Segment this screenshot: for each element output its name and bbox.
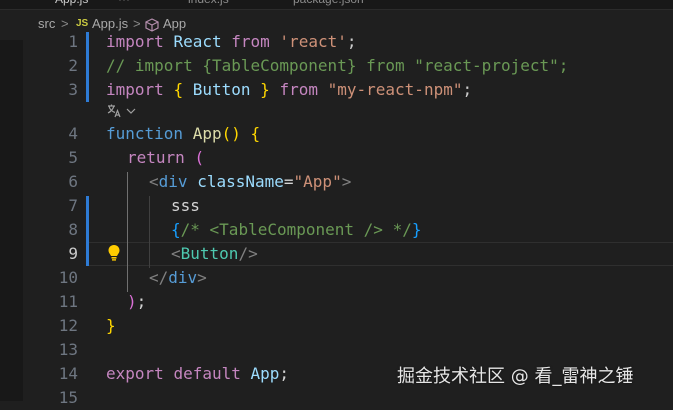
breadcrumb-folder-src[interactable]: src [38,16,55,31]
code-line-2[interactable]: 2 // import {TableComponent} from "react… [0,54,673,78]
line-number: 15 [58,388,78,407]
code-text: return ( [127,148,205,167]
line-number: 4 [68,124,78,143]
breadcrumb-symbol[interactable]: App [163,16,186,31]
line-number: 11 [58,292,78,311]
code-line-11[interactable]: 11 ); [0,290,673,314]
code-line-6[interactable]: 6 <div className="App"> [0,170,673,194]
code-text: import { Button } from "my-react-npm"; [106,80,473,99]
chevron-right-icon: > [61,16,69,31]
code-text: {/* <TableComponent /> */} [171,220,422,239]
tab-app-js[interactable]: App.js [55,0,88,8]
tab-package-json[interactable]: package.json [293,0,364,8]
code-text: import React from 'react'; [106,32,357,51]
codelens-translate[interactable] [106,103,136,123]
line-number: 1 [68,32,78,51]
line-number: 14 [58,364,78,383]
code-text: export default App; [106,364,290,383]
line-number: 9 [68,244,78,263]
breadcrumb-file[interactable]: App.js [92,16,128,31]
line-number: 10 [58,268,78,287]
line-number: 3 [68,80,78,99]
code-comment: // import {TableComponent} from "react-p… [106,56,569,75]
code-text: } [106,316,116,335]
code-line-7[interactable]: 7 sss [0,194,673,218]
line-number: 6 [68,172,78,191]
code-line-1[interactable]: 1 import React from 'react'; [0,30,673,54]
code-line-4[interactable]: 4 function App() { [0,122,673,146]
code-text: ); [127,292,147,311]
line-number: 8 [68,220,78,239]
code-line-10[interactable]: 10 </div> [0,266,673,290]
code-line-15[interactable]: 15 [0,386,673,410]
line-number: 13 [58,340,78,359]
code-text: </div> [149,268,207,287]
code-line-3[interactable]: 3 import { Button } from "my-react-npm"; [0,78,673,102]
line-number: 2 [68,56,78,75]
chevron-down-icon [126,108,136,114]
editor-tab-bar: App.js ··· index.js package.json [0,0,673,10]
lightbulb-icon[interactable] [107,244,121,262]
javascript-file-icon: JS [76,18,89,29]
code-line-12[interactable]: 12 } [0,314,673,338]
code-text: function App() { [106,124,261,143]
line-number: 12 [58,316,78,335]
code-text: <div className="App"> [149,172,352,191]
tab-index-js[interactable]: index.js [188,0,229,8]
code-text: sss [171,196,200,215]
code-line-13[interactable]: 13 [0,338,673,362]
code-text: <Button/> [171,244,258,263]
tab-more-icon[interactable]: ··· [118,0,130,8]
watermark: 掘金技术社区 @ 看_雷神之锤 [397,366,634,387]
line-number: 5 [68,148,78,167]
translate-icon [107,104,121,118]
line-number: 7 [68,196,78,215]
code-line-5[interactable]: 5 return ( [0,146,673,170]
code-line-9[interactable]: 9 <Button/> [0,242,673,266]
chevron-right-icon: > [133,16,141,31]
code-line-8[interactable]: 8 {/* <TableComponent /> */} [0,218,673,242]
